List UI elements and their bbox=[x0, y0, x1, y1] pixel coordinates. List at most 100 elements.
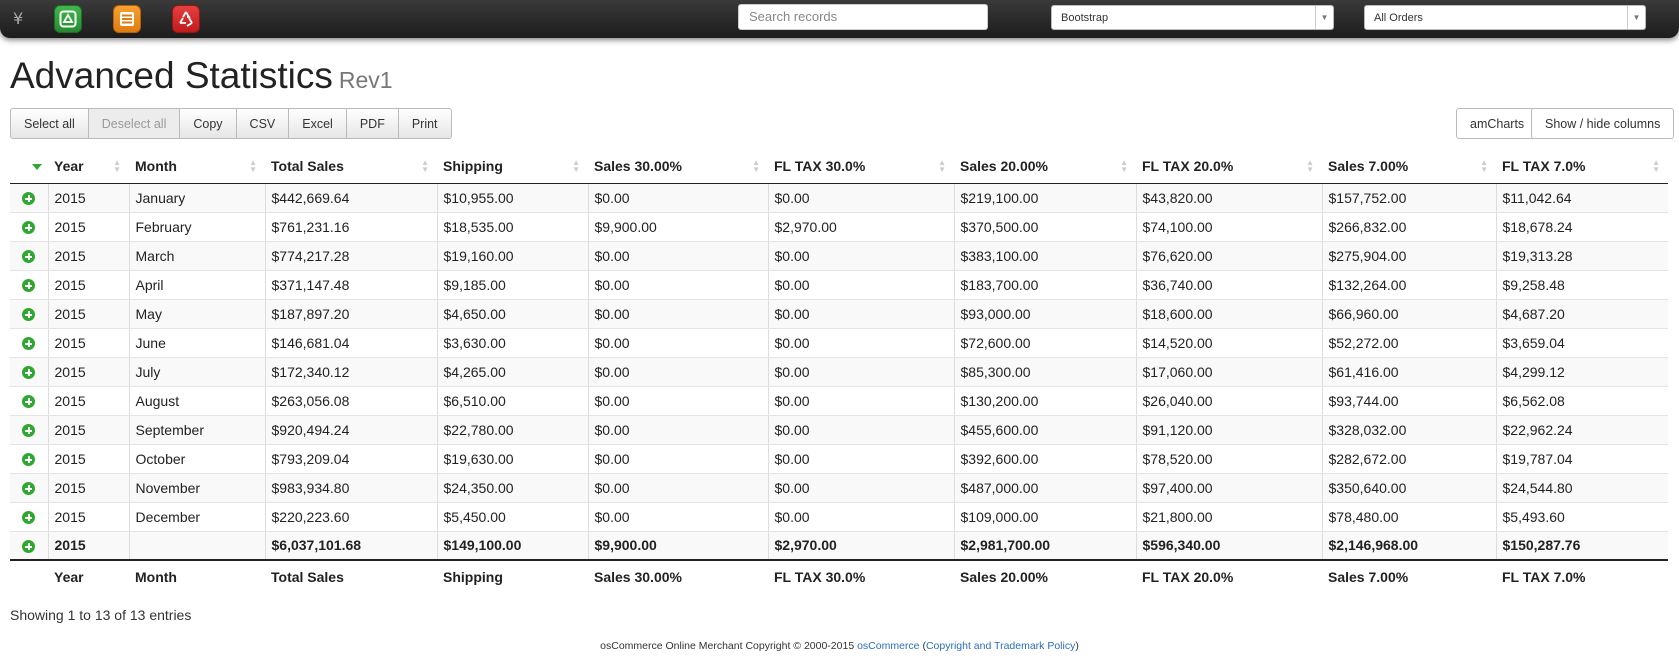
expand-plus-icon[interactable] bbox=[22, 540, 36, 554]
expand-plus-icon[interactable] bbox=[22, 279, 36, 293]
expand-row-cell[interactable] bbox=[10, 183, 49, 213]
table-cell: $4,299.12 bbox=[1496, 357, 1668, 387]
table-cell: $93,744.00 bbox=[1322, 386, 1497, 416]
table-row[interactable]: 2015 February $761,231.16 $18,535.00 $9,900.… bbox=[10, 212, 1668, 242]
expand-row-cell[interactable] bbox=[10, 444, 49, 474]
expand-row-cell[interactable] bbox=[10, 357, 49, 387]
trademark-policy-link[interactable]: Copyright and Trademark Policy bbox=[926, 640, 1075, 652]
header-year[interactable]: Year ▲ ▼ bbox=[48, 150, 129, 184]
sort-control-header[interactable] bbox=[10, 150, 48, 184]
table-cell: $6,510.00 bbox=[437, 386, 589, 416]
print-button[interactable]: Print bbox=[398, 108, 452, 139]
expand-plus-icon[interactable] bbox=[22, 337, 36, 351]
expand-row-cell[interactable] bbox=[10, 241, 49, 271]
expand-plus-icon[interactable] bbox=[22, 221, 36, 235]
template-select[interactable]: Bootstrap ▼ bbox=[1051, 5, 1334, 30]
header-fl-tax-30[interactable]: FL TAX 30.0% ▲ ▼ bbox=[768, 150, 954, 184]
table-row[interactable]: 2015 April $371,147.48 $9,185.00 $0.00 $0.00 $… bbox=[10, 270, 1668, 300]
table-cell: $4,265.00 bbox=[437, 357, 589, 387]
show-hide-columns-button[interactable]: Show / hide columns bbox=[1531, 108, 1675, 139]
table-cell: $72,600.00 bbox=[954, 328, 1137, 358]
sort-icon: ▲ ▼ bbox=[938, 158, 946, 174]
oscommerce-link[interactable]: osCommerce bbox=[857, 640, 919, 652]
table-cell: $487,000.00 bbox=[954, 473, 1137, 503]
table-row[interactable]: 2015 July $172,340.12 $4,265.00 $0.00 $0.00 $8… bbox=[10, 357, 1668, 387]
footer-spacer bbox=[10, 560, 48, 592]
csv-button[interactable]: CSV bbox=[236, 108, 290, 139]
select-all-button[interactable]: Select all bbox=[10, 108, 89, 139]
expand-plus-icon[interactable] bbox=[22, 192, 36, 206]
table-cell: $10,955.00 bbox=[437, 183, 589, 213]
table-cell: $263,056.08 bbox=[265, 386, 438, 416]
table-cell: $5,493.60 bbox=[1496, 502, 1668, 532]
table-row[interactable]: 2015 March $774,217.28 $19,160.00 $0.00 $0.00… bbox=[10, 241, 1668, 271]
table-cell: December bbox=[129, 502, 266, 532]
expand-row-cell[interactable] bbox=[10, 530, 49, 561]
table-cell: $0.00 bbox=[768, 444, 955, 474]
header-sales-30[interactable]: Sales 30.00% ▲ ▼ bbox=[588, 150, 768, 184]
expand-row-cell[interactable] bbox=[10, 270, 49, 300]
header-shipping[interactable]: Shipping ▲ ▼ bbox=[437, 150, 588, 184]
deselect-all-button[interactable]: Deselect all bbox=[88, 108, 181, 139]
excel-button[interactable]: Excel bbox=[289, 108, 347, 139]
table-cell: 2015 bbox=[48, 270, 130, 300]
dashboard-icon[interactable] bbox=[54, 5, 82, 33]
header-fl-tax-20[interactable]: FL TAX 20.0% ▲ ▼ bbox=[1136, 150, 1322, 184]
table-cell: $0.00 bbox=[588, 473, 769, 503]
header-total-sales[interactable]: Total Sales ▲ ▼ bbox=[265, 150, 437, 184]
page-title-text: Advanced Statistics bbox=[10, 55, 333, 96]
table-cell: $0.00 bbox=[768, 299, 955, 329]
pdf-button[interactable]: PDF bbox=[346, 108, 399, 139]
expand-row-cell[interactable] bbox=[10, 386, 49, 416]
table-row[interactable]: 2015 December $220,223.60 $5,450.00 $0.00 $0.… bbox=[10, 502, 1668, 532]
expand-plus-icon[interactable] bbox=[22, 424, 36, 438]
list-icon[interactable] bbox=[113, 5, 141, 33]
table-cell: $0.00 bbox=[588, 183, 769, 213]
table-cell: $371,147.48 bbox=[265, 270, 438, 300]
expand-row-cell[interactable] bbox=[10, 415, 49, 445]
expand-plus-icon[interactable] bbox=[22, 511, 36, 525]
search-input[interactable]: Search records bbox=[738, 4, 988, 30]
expand-row-cell[interactable] bbox=[10, 299, 49, 329]
expand-plus-icon[interactable] bbox=[22, 308, 36, 322]
table-row[interactable]: 2015 May $187,897.20 $4,650.00 $0.00 $0.00 $93… bbox=[10, 299, 1668, 329]
table-cell: $109,000.00 bbox=[954, 502, 1137, 532]
orders-select[interactable]: All Orders ▼ bbox=[1364, 5, 1646, 30]
header-sales-7[interactable]: Sales 7.00% ▲ ▼ bbox=[1322, 150, 1496, 184]
expand-row-cell[interactable] bbox=[10, 473, 49, 503]
expand-plus-icon[interactable] bbox=[22, 395, 36, 409]
expand-row-cell[interactable] bbox=[10, 502, 49, 532]
table-cell: $18,678.24 bbox=[1496, 212, 1668, 242]
table-row[interactable]: 2015 October $793,209.04 $19,630.00 $0.00 $0.… bbox=[10, 444, 1668, 474]
table-row[interactable]: 2015 June $146,681.04 $3,630.00 $0.00 $0.00 $7… bbox=[10, 328, 1668, 358]
table-row[interactable]: 2015 September $920,494.24 $22,780.00 $0.00 $… bbox=[10, 415, 1668, 445]
expand-plus-icon[interactable] bbox=[22, 453, 36, 467]
footer-month: Month bbox=[135, 568, 177, 585]
table-row[interactable]: 2015 November $983,934.80 $24,350.00 $0.00 $0… bbox=[10, 473, 1668, 503]
table-cell: $9,258.48 bbox=[1496, 270, 1668, 300]
table-cell: $0.00 bbox=[588, 444, 769, 474]
table-cell: $66,960.00 bbox=[1322, 299, 1497, 329]
table-cell: $9,900.00 bbox=[588, 212, 769, 242]
expand-row-cell[interactable] bbox=[10, 212, 49, 242]
expand-plus-icon[interactable] bbox=[22, 250, 36, 264]
expand-plus-icon[interactable] bbox=[22, 366, 36, 380]
chevron-down-icon: ▼ bbox=[1627, 6, 1645, 29]
currency-icon[interactable]: ¥ bbox=[13, 9, 23, 28]
copy-button[interactable]: Copy bbox=[180, 108, 237, 139]
expand-row-cell[interactable] bbox=[10, 328, 49, 358]
table-cell: $150,287.76 bbox=[1496, 530, 1668, 561]
amcharts-button[interactable]: amCharts bbox=[1456, 108, 1539, 139]
expand-plus-icon[interactable] bbox=[22, 482, 36, 496]
header-month[interactable]: Month ▲ ▼ bbox=[129, 150, 265, 184]
footer-year: Year bbox=[54, 568, 84, 585]
recycle-icon[interactable] bbox=[172, 5, 200, 33]
table-row[interactable]: 2015 August $263,056.08 $6,510.00 $0.00 $0.00… bbox=[10, 386, 1668, 416]
footer-sales-30: Sales 30.00% bbox=[594, 568, 682, 585]
table-total-row[interactable]: 2015 $6,037,101.68 $149,100.00 $9,900.00 $2,… bbox=[10, 530, 1668, 561]
table-row[interactable]: 2015 January $442,669.64 $10,955.00 $0.00 $0.… bbox=[10, 183, 1668, 213]
table-cell: $149,100.00 bbox=[437, 530, 589, 561]
footer-sales-7: Sales 7.00% bbox=[1328, 568, 1409, 585]
header-sales-20[interactable]: Sales 20.00% ▲ ▼ bbox=[954, 150, 1136, 184]
header-fl-tax-7[interactable]: FL TAX 7.0% ▲ ▼ bbox=[1496, 150, 1668, 184]
